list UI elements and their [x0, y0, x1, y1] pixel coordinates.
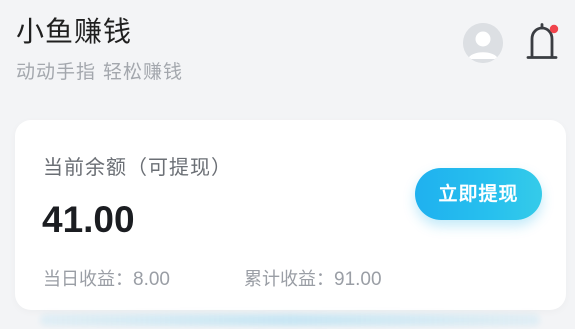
- total-earnings-label: 累计收益：: [244, 269, 334, 290]
- next-card-edge: [40, 314, 540, 326]
- withdraw-button[interactable]: 立即提现: [415, 168, 542, 220]
- app-header: 小鱼赚钱 动动手指 轻松赚钱: [0, 0, 575, 110]
- daily-earnings: 当日收益：8.00: [43, 266, 170, 294]
- app-title: 小鱼赚钱: [16, 15, 133, 48]
- balance-label: 当前余额（可提现）: [43, 155, 232, 179]
- user-avatar-graphic: [463, 23, 503, 63]
- balance-amount: 41.00: [42, 199, 135, 240]
- user-avatar-icon[interactable]: [463, 23, 503, 63]
- total-earnings: 累计收益：91.00: [244, 266, 382, 294]
- bell-icon[interactable]: [522, 22, 562, 66]
- daily-earnings-label: 当日收益：: [43, 269, 133, 290]
- balance-card: 当前余额（可提现） 41.00 立即提现 当日收益：8.00 累计收益：91.0…: [15, 120, 566, 310]
- notification-dot: [549, 24, 559, 34]
- app-subtitle: 动动手指 轻松赚钱: [16, 61, 184, 83]
- daily-earnings-value: 8.00: [133, 269, 170, 290]
- total-earnings-value: 91.00: [334, 269, 382, 290]
- bell-graphic: [526, 23, 559, 59]
